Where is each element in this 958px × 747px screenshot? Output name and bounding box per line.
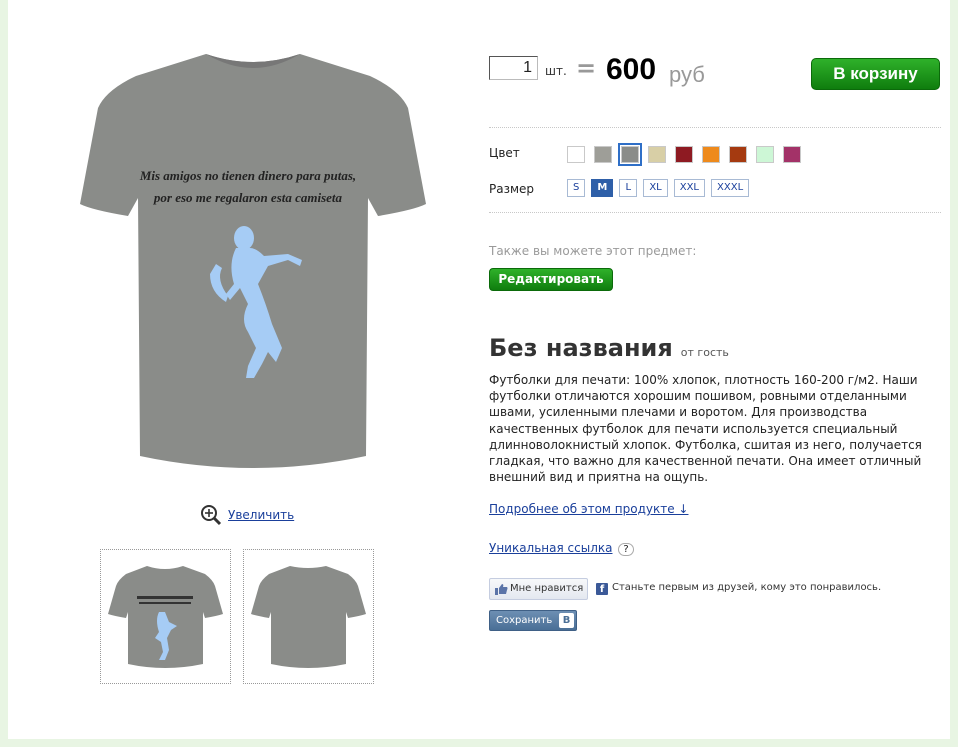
divider — [489, 127, 941, 128]
equals-sign: = — [576, 54, 597, 82]
edit-button[interactable]: Редактировать — [489, 268, 613, 291]
print-line-1: Mis amigos no tienen dinero para putas, — [139, 168, 356, 183]
product-heading: Без названия от гость — [489, 334, 729, 362]
size-label: Размер — [489, 182, 535, 196]
vk-save-button[interactable]: Сохранить В — [489, 610, 577, 631]
size-option[interactable]: L — [619, 179, 638, 197]
zoom-link[interactable]: Увеличить — [228, 508, 294, 522]
color-swatch[interactable] — [567, 146, 585, 163]
color-swatch[interactable] — [648, 146, 666, 163]
thumbs-up-icon — [495, 584, 508, 595]
more-info-link[interactable]: Подробнее об этом продукте ↓ — [489, 502, 688, 516]
size-option[interactable]: XL — [643, 179, 668, 197]
facebook-like-text: Станьте первым из друзей, кому это понра… — [612, 582, 882, 593]
zoom-control[interactable]: Увеличить — [200, 504, 294, 526]
quantity-unit: шт. — [545, 64, 567, 78]
tshirt-front-thumb — [108, 566, 223, 668]
print-line-2: por eso me regalaron esta camiseta — [153, 190, 343, 205]
product-image: Mis amigos no tienen dinero para putas, … — [78, 48, 428, 480]
like-button-label: Мне нравится — [510, 583, 584, 594]
size-option[interactable]: XXL — [673, 179, 706, 197]
color-swatch[interactable] — [729, 146, 747, 163]
also-text: Также вы можете этот предмет: — [489, 244, 697, 258]
color-swatch[interactable] — [702, 146, 720, 163]
vk-save-label: Сохранить — [496, 615, 553, 626]
color-swatch[interactable] — [756, 146, 774, 163]
tshirt-back-thumb — [251, 566, 366, 668]
help-icon[interactable]: ? — [618, 543, 634, 556]
size-option-list: S M L XL XXL XXXL — [567, 179, 750, 197]
tshirt-front-image: Mis amigos no tienen dinero para putas, … — [80, 54, 426, 468]
color-label: Цвет — [489, 146, 520, 160]
color-swatch[interactable] — [675, 146, 693, 163]
quantity-input[interactable]: 1 — [489, 56, 538, 80]
like-button[interactable]: Мне нравится — [489, 578, 588, 600]
facebook-icon: f — [596, 583, 608, 595]
add-to-cart-button[interactable]: В корзину — [811, 58, 940, 90]
zoom-in-icon — [201, 505, 222, 526]
product-description: Футболки для печати: 100% хлопок, плотно… — [489, 373, 922, 485]
size-option[interactable]: S — [567, 179, 586, 197]
vk-logo-icon: В — [559, 613, 574, 628]
product-page: Mis amigos no tienen dinero para putas, … — [8, 0, 950, 739]
thumbnail-front[interactable] — [100, 549, 231, 684]
color-swatch[interactable] — [783, 146, 801, 163]
price-value: 600 — [606, 53, 657, 86]
color-swatch[interactable] — [594, 146, 612, 163]
size-option[interactable]: XXXL — [711, 179, 750, 197]
divider — [489, 212, 941, 213]
product-title: Без названия — [489, 334, 673, 362]
unique-link[interactable]: Уникальная ссылка — [489, 541, 612, 555]
unique-link-row: Уникальная ссылка ? — [489, 541, 636, 556]
price-currency: руб — [669, 62, 705, 87]
color-swatch[interactable] — [618, 143, 642, 166]
product-author: от гость — [680, 346, 729, 359]
color-swatch-list — [567, 143, 801, 166]
size-option[interactable]: M — [591, 179, 614, 197]
thumbnail-back[interactable] — [243, 549, 374, 684]
